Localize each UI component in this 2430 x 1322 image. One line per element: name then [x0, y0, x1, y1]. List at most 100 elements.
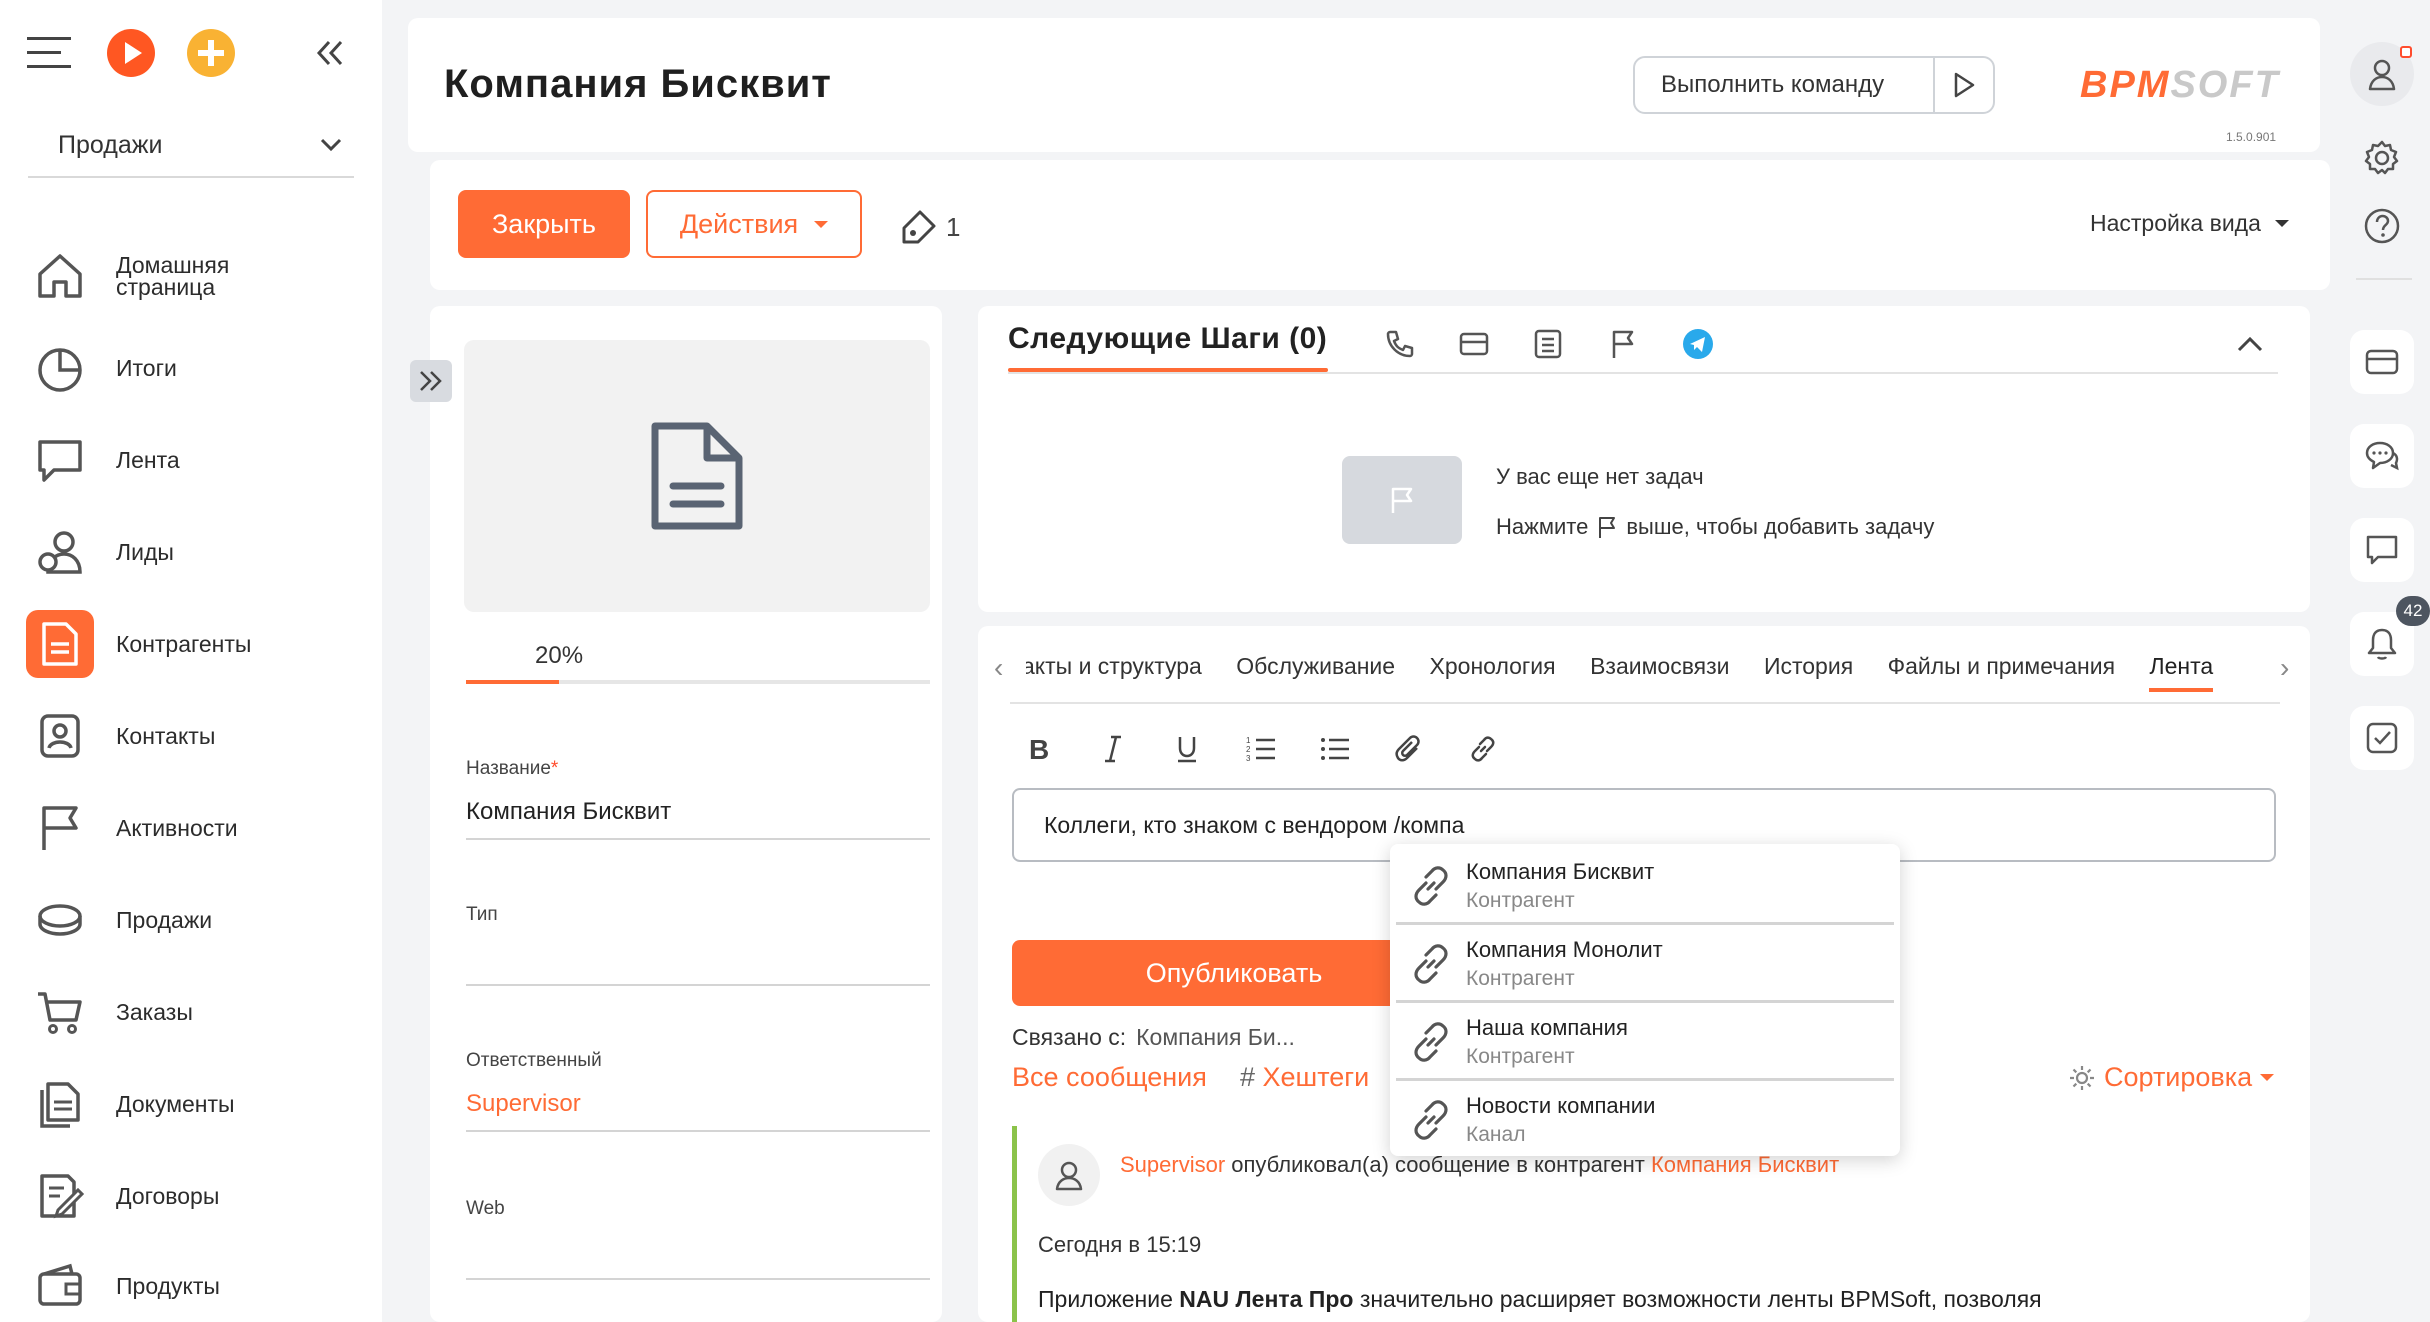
sidebar-item-label: Документы	[116, 1091, 235, 1117]
tab-files-notes[interactable]: Файлы и примечания	[1888, 646, 2115, 692]
feed-panel-button[interactable]	[2350, 518, 2414, 582]
tab-service[interactable]: Обслуживание	[1236, 646, 1395, 692]
view-settings-button[interactable]: Настройка вида	[2090, 210, 2289, 237]
wallet-icon	[26, 1252, 94, 1320]
chat-bubble-icon	[2366, 535, 2398, 565]
sidebar-item-leads[interactable]: Лиды	[26, 512, 366, 592]
type-field-label: Тип	[466, 904, 498, 925]
note-icon[interactable]	[1528, 324, 1568, 364]
help-button[interactable]	[2350, 194, 2414, 258]
collapse-chevron-up-icon[interactable]	[2230, 324, 2270, 364]
divider	[2356, 278, 2412, 280]
web-input[interactable]	[466, 1238, 930, 1280]
svg-text:B: B	[1029, 735, 1049, 763]
telegram-icon[interactable]	[1678, 324, 1718, 364]
name-input[interactable]: Компания Бисквит	[466, 798, 930, 840]
sidebar-item-home[interactable]: Домашняя страница	[26, 236, 366, 316]
italic-icon[interactable]	[1090, 726, 1136, 772]
mention-option[interactable]: Новости компании Канал	[1396, 1082, 1894, 1158]
sidebar-item-products[interactable]: Продукты	[26, 1246, 366, 1322]
command-input[interactable]: Выполнить команду	[1633, 56, 1995, 114]
mention-option[interactable]: Компания Монолит Контрагент	[1396, 926, 1894, 1002]
email-panel-button[interactable]	[2350, 330, 2414, 394]
close-button[interactable]: Закрыть	[458, 190, 630, 258]
actions-button[interactable]: Действия	[646, 190, 862, 258]
mention-option-title: Компания Бисквит	[1466, 859, 1655, 884]
filter-all-messages[interactable]: Все сообщения	[1012, 1062, 1207, 1093]
tabs-scroll-left-icon[interactable]: ‹	[994, 652, 1003, 684]
bullet-list-icon[interactable]	[1312, 726, 1358, 772]
collapse-sidebar-icon[interactable]	[304, 28, 354, 78]
email-icon[interactable]	[1454, 324, 1494, 364]
tab-contacts-structure[interactable]: акты и структура	[1026, 646, 1202, 692]
sidebar-item-activities[interactable]: Активности	[26, 788, 366, 868]
attachment-icon[interactable]	[1386, 726, 1432, 772]
caret-down-icon	[2260, 1074, 2275, 1081]
tags-button[interactable]: 1	[900, 208, 960, 246]
sidebar-item-opportunities[interactable]: Продажи	[26, 880, 366, 960]
post-indicator-bar	[1012, 1126, 1017, 1322]
mention-option-subtitle: Канал	[1466, 1123, 1526, 1146]
svg-text:1: 1	[1246, 736, 1251, 745]
numbered-list-icon[interactable]: 123	[1238, 726, 1284, 772]
filter-hashtags[interactable]: # Хештеги	[1240, 1062, 1369, 1093]
add-icon[interactable]	[186, 28, 236, 78]
flag-icon[interactable]	[1602, 324, 1642, 364]
type-input[interactable]	[466, 944, 930, 986]
section-select[interactable]: Продажи	[28, 114, 354, 178]
web-field: Web	[466, 1198, 930, 1280]
account-image-placeholder[interactable]	[464, 340, 930, 612]
divider	[1396, 922, 1894, 925]
detail-tabs: акты и структура Обслуживание Хронология…	[1026, 646, 2256, 692]
tabs-scroll-right-icon[interactable]: ›	[2280, 652, 2289, 684]
tab-feed[interactable]: Лента	[2149, 646, 2214, 692]
play-icon[interactable]	[106, 28, 156, 78]
settings-button[interactable]	[2350, 126, 2414, 190]
next-steps-title[interactable]: Следующие Шаги (0)	[1008, 322, 1327, 356]
owner-input[interactable]: Supervisor	[466, 1090, 930, 1132]
avatar[interactable]	[1038, 1144, 1100, 1206]
required-marker: *	[550, 758, 559, 779]
linked-to-value[interactable]: Компания Би...	[1136, 1024, 1295, 1050]
sort-button[interactable]: Сортировка	[2068, 1062, 2275, 1093]
bpmsoft-logo: BPMSOFT	[2080, 64, 2280, 107]
mention-option[interactable]: Компания Бисквит Контрагент	[1396, 848, 1894, 924]
divider	[1396, 1000, 1894, 1003]
hint-prefix: Нажмите	[1496, 514, 1589, 539]
post-author-link[interactable]: Supervisor	[1120, 1152, 1225, 1177]
hamburger-menu-icon[interactable]	[24, 28, 74, 78]
account-profile-card: 20% Название* Компания Бисквит Тип Ответ…	[430, 306, 942, 1322]
tab-history[interactable]: История	[1764, 646, 1853, 692]
section-select-value: Продажи	[58, 130, 163, 159]
chat-icon	[2365, 441, 2399, 471]
cart-icon	[26, 978, 94, 1046]
coins-icon	[26, 886, 94, 954]
phone-icon[interactable]	[1380, 324, 1420, 364]
expand-panel-button[interactable]	[410, 360, 452, 402]
name-label-text: Название	[466, 758, 551, 779]
mention-option[interactable]: Наша компания Контрагент	[1396, 1004, 1894, 1080]
run-command-button[interactable]	[1933, 58, 1993, 112]
caret-down-icon	[814, 220, 829, 228]
sidebar-item-accounts[interactable]: Контрагенты	[26, 604, 366, 684]
chats-panel-button[interactable]	[2350, 424, 2414, 488]
bell-icon	[2367, 628, 2397, 660]
underline-icon[interactable]	[1164, 726, 1210, 772]
link-icon	[1396, 864, 1466, 908]
tab-relationships[interactable]: Взаимосвязи	[1590, 646, 1729, 692]
caret-down-icon	[2274, 220, 2289, 227]
sidebar-item-orders[interactable]: Заказы	[26, 972, 366, 1052]
tasks-panel-button[interactable]	[2350, 706, 2414, 770]
bold-icon[interactable]: B	[1016, 726, 1062, 772]
sidebar-item-contacts[interactable]: Контакты	[26, 696, 366, 776]
link-icon[interactable]	[1460, 726, 1506, 772]
sidebar-item-documents[interactable]: Документы	[26, 1064, 366, 1144]
profile-button[interactable]	[2350, 42, 2414, 106]
sidebar-item-contracts[interactable]: Договоры	[26, 1156, 366, 1236]
tab-timeline[interactable]: Хронология	[1430, 646, 1556, 692]
sidebar-item-feed[interactable]: Лента	[26, 420, 366, 500]
sidebar-item-dashboards[interactable]: Итоги	[26, 328, 366, 408]
svg-text:3: 3	[1246, 754, 1251, 763]
tag-icon	[902, 210, 936, 244]
next-steps-card: Следующие Шаги (0) У вас еще нет задач Н…	[978, 306, 2310, 612]
